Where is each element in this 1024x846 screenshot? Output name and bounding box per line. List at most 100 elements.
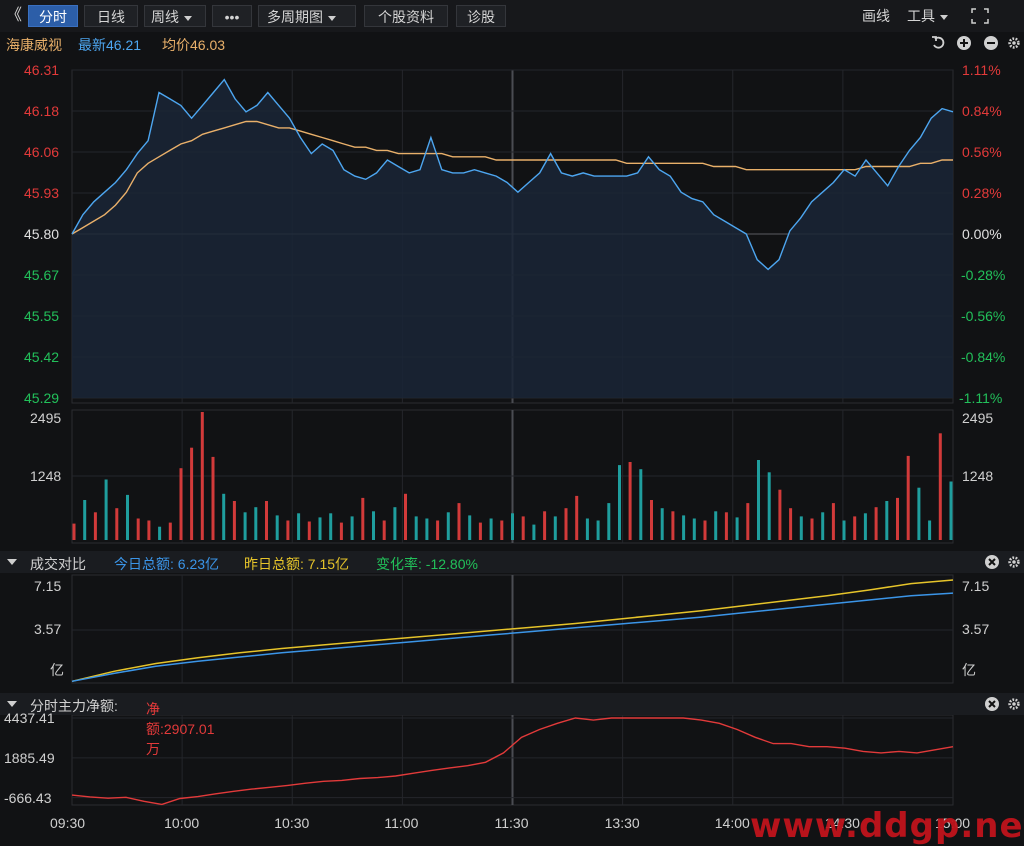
volume-bar (286, 520, 290, 540)
volume-bar (767, 472, 771, 540)
volume-bar (147, 520, 151, 540)
volume-bar (243, 512, 247, 540)
volume-bar (457, 503, 461, 540)
volume-bar (553, 516, 557, 540)
up-arrow-icon: ↑ (148, 699, 155, 715)
volume-bar (660, 508, 664, 540)
volume-bar (190, 447, 194, 540)
volume-bar (136, 518, 140, 540)
volume-bar (446, 512, 450, 540)
volume-bar (297, 513, 301, 540)
volume-bar (265, 501, 268, 540)
volume-bar (896, 497, 899, 540)
volume-bar (575, 495, 579, 540)
turnover-panel-header: 成交对比 今日总额: 6.23亿 昨日总额: 7.15亿 变化率: -12.80… (0, 551, 1024, 573)
volume-bar (382, 520, 386, 540)
volume-bar (361, 497, 365, 540)
volume-bar (254, 507, 258, 540)
volume-bar (831, 503, 835, 540)
volume-bar (928, 520, 932, 540)
volume-bar (222, 493, 226, 540)
volume-bar (232, 501, 236, 540)
volume-bar (585, 518, 589, 540)
volume-bar (329, 513, 333, 540)
volume-bar (821, 512, 825, 540)
volume-bar (543, 511, 547, 540)
volume-bar (478, 522, 482, 540)
net-tick-label: 1885.49 (4, 749, 55, 766)
volume-bar (414, 516, 418, 540)
volume-bar (436, 520, 440, 540)
time-tick-label: 10:30 (274, 815, 310, 831)
time-tick-label: 14:00 (714, 815, 750, 831)
volume-bar (703, 520, 707, 540)
volume-bar (810, 518, 814, 540)
volume-bar (126, 494, 129, 540)
volume-bar (682, 515, 686, 540)
volume-bar (650, 500, 653, 540)
volume-bar (521, 516, 525, 540)
volume-bar (275, 515, 279, 540)
close-icon[interactable] (985, 555, 999, 569)
volume-bar (596, 520, 600, 540)
volume-bar (917, 487, 921, 540)
collapse-arrow-icon[interactable] (6, 558, 18, 566)
turnover-tick-label: 7.15 (962, 578, 990, 594)
volume-bar (404, 493, 407, 540)
volume-bar (425, 518, 429, 540)
volume-bar (393, 507, 397, 540)
volume-bar (724, 512, 728, 540)
volume-bar (372, 511, 375, 540)
volume-bar (468, 515, 472, 540)
turnover-tick-label: 3.57 (962, 621, 990, 637)
volume-bar (500, 520, 504, 540)
volume-bar (200, 412, 204, 540)
volume-bar (350, 516, 354, 540)
volume-bar (339, 522, 343, 540)
turnover-unit-label: 亿 (50, 662, 64, 678)
collapse-arrow-icon[interactable] (6, 700, 18, 708)
volume-bar (168, 522, 172, 540)
volume-bar (714, 511, 718, 540)
volume-bar (874, 507, 878, 540)
change-rate: 变化率: -12.80% (376, 556, 478, 572)
close-icon[interactable] (985, 697, 999, 711)
volume-bar (735, 517, 739, 540)
settings-gear-icon[interactable] (1007, 697, 1021, 711)
volume-bar (746, 503, 750, 540)
volume-bar (104, 479, 108, 540)
net-panel-header: 分时主力净额: 净额:2907.01万 ↑ (0, 693, 1024, 757)
turnover-tick-label: 7.15 (34, 578, 62, 594)
volume-bar (778, 489, 782, 540)
time-tick-label: 11:00 (384, 815, 419, 831)
volume-bar (179, 468, 183, 540)
volume-bar (639, 469, 643, 540)
volume-bar (789, 508, 793, 540)
volume-bar (83, 500, 87, 540)
volume-bar (72, 523, 76, 540)
volume-bar (949, 481, 953, 540)
volume-bar (158, 526, 162, 540)
volume-bar (532, 524, 536, 540)
volume-bar (692, 518, 696, 540)
today-total: 今日总额: 6.23亿 (114, 556, 220, 572)
volume-bar (318, 517, 322, 540)
volume-bar (489, 518, 493, 540)
volume-bar (564, 508, 568, 540)
time-tick-label: 10:00 (164, 815, 200, 831)
volume-bar (628, 462, 632, 540)
time-tick-label: 13:30 (604, 815, 640, 831)
turnover-tick-label: 3.57 (34, 621, 62, 637)
yesterday-total: 昨日总额: 7.15亿 (244, 556, 350, 572)
volume-bar (211, 456, 215, 540)
volume-bar (842, 520, 846, 540)
net-tick-label: -666.43 (4, 789, 52, 806)
volume-bar (671, 511, 675, 540)
volume-bar (863, 513, 867, 540)
volume-bar (93, 512, 97, 540)
turnover-panel-title: 成交对比 (30, 556, 86, 572)
volume-bar (607, 503, 611, 540)
volume-bar (799, 516, 803, 540)
settings-gear-icon[interactable] (1007, 555, 1021, 569)
volume-bar (757, 460, 760, 540)
